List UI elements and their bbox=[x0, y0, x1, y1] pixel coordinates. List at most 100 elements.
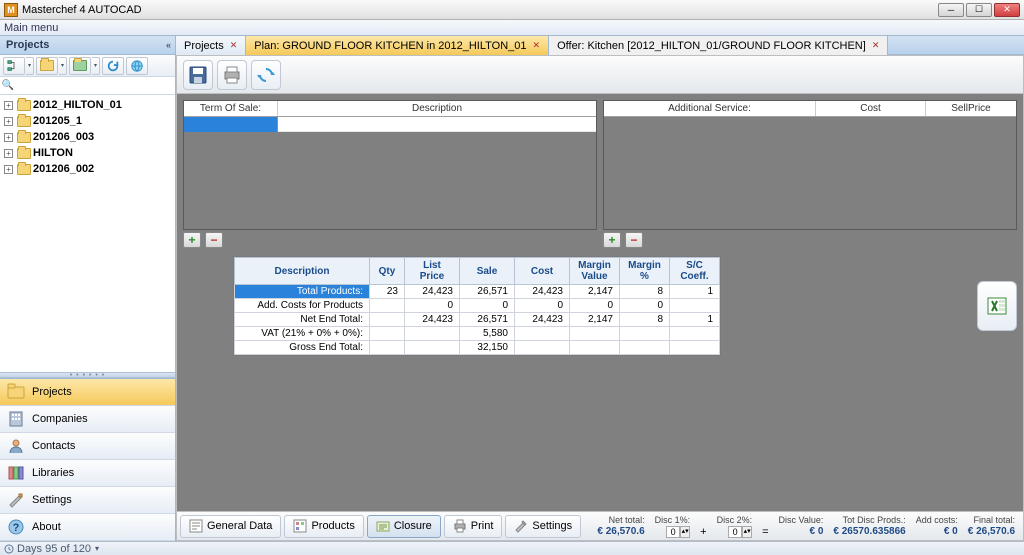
close-button[interactable]: ✕ bbox=[994, 3, 1020, 17]
summary-row[interactable]: Total Products:2324,42326,57124,4232,147… bbox=[235, 285, 720, 299]
tab-products[interactable]: Products bbox=[284, 515, 363, 538]
tab-plan[interactable]: Plan: GROUND FLOOR KITCHEN in 2012_HILTO… bbox=[246, 36, 549, 55]
export-excel-button[interactable] bbox=[977, 281, 1017, 331]
sync-button[interactable] bbox=[251, 60, 281, 90]
tree-label: 201206_002 bbox=[33, 163, 94, 175]
tab-print[interactable]: Print bbox=[444, 515, 503, 538]
add-row-button[interactable]: + bbox=[603, 232, 621, 248]
disc1-spinner[interactable]: ▴▾ bbox=[666, 526, 690, 538]
summary-header[interactable]: Sale bbox=[460, 258, 515, 285]
nav-projects[interactable]: Projects bbox=[0, 379, 175, 406]
search-input[interactable] bbox=[16, 78, 175, 94]
projects-tree[interactable]: +2012_HILTON_01 +201205_1 +201206_003 + H… bbox=[0, 95, 175, 372]
dropdown-icon[interactable]: ▾ bbox=[26, 57, 34, 75]
nav-label: Contacts bbox=[32, 440, 75, 452]
col-sellprice[interactable]: SellPrice bbox=[926, 101, 1016, 116]
new-folder-button[interactable] bbox=[36, 57, 58, 75]
tree-label: HILTON bbox=[33, 147, 73, 159]
disc2-spinner[interactable]: ▴▾ bbox=[728, 526, 752, 538]
expand-icon[interactable]: + bbox=[4, 101, 13, 110]
nav-label: Settings bbox=[32, 494, 72, 506]
total-discvalue: Disc Value:€ 0 bbox=[779, 514, 824, 538]
total-net: Net total:€ 26,570.6 bbox=[597, 514, 644, 538]
summary-header[interactable]: Qty bbox=[370, 258, 405, 285]
main-menu-label[interactable]: Main menu bbox=[4, 22, 58, 34]
col-term-of-sale[interactable]: Term Of Sale: bbox=[184, 101, 278, 116]
terms-grid[interactable]: Term Of Sale: Description bbox=[183, 100, 597, 230]
summary-row[interactable]: VAT (21% + 0% + 0%):5,580 bbox=[235, 327, 720, 341]
about-icon: ? bbox=[6, 517, 26, 537]
close-tab-icon[interactable]: ✕ bbox=[533, 40, 541, 51]
expand-icon[interactable]: + bbox=[4, 117, 13, 126]
tab-settings[interactable]: Settings bbox=[505, 515, 581, 538]
dropdown-icon[interactable]: ▾ bbox=[92, 57, 100, 75]
summary-row[interactable]: Gross End Total:32,150 bbox=[235, 341, 720, 355]
selected-row[interactable] bbox=[184, 117, 596, 132]
save-button[interactable] bbox=[183, 60, 213, 90]
print-button[interactable] bbox=[217, 60, 247, 90]
btn-label: Settings bbox=[532, 520, 572, 532]
summary-header[interactable]: Cost bbox=[515, 258, 570, 285]
tab-projects[interactable]: Projects✕ bbox=[176, 36, 246, 55]
total-disc2: Disc 2%:▴▾ bbox=[717, 514, 753, 538]
nav-companies[interactable]: Companies bbox=[0, 406, 175, 433]
tree-view-button[interactable] bbox=[3, 57, 25, 75]
col-additional-service[interactable]: Additional Service: bbox=[604, 101, 816, 116]
dropdown-icon[interactable]: ▾ bbox=[59, 57, 67, 75]
status-dropdown-icon[interactable]: ▾ bbox=[95, 544, 99, 553]
total-final: Final total:€ 26,570.6 bbox=[968, 514, 1015, 538]
tree-node[interactable]: +201206_003 bbox=[4, 129, 175, 145]
col-cost[interactable]: Cost bbox=[816, 101, 926, 116]
col-description[interactable]: Description bbox=[278, 101, 596, 116]
nav-contacts[interactable]: Contacts bbox=[0, 433, 175, 460]
tab-offer[interactable]: Offer: Kitchen [2012_HILTON_01/GROUND FL… bbox=[549, 36, 888, 55]
services-grid[interactable]: Additional Service: Cost SellPrice bbox=[603, 100, 1017, 230]
tree-label: 2012_HILTON_01 bbox=[33, 99, 122, 111]
delete-row-button[interactable]: − bbox=[205, 232, 223, 248]
tree-label: 201205_1 bbox=[33, 115, 82, 127]
delete-row-button[interactable]: − bbox=[625, 232, 643, 248]
maximize-button[interactable]: ☐ bbox=[966, 3, 992, 17]
summary-header[interactable]: Margin Value bbox=[570, 258, 620, 285]
tree-node[interactable]: +201206_002 bbox=[4, 161, 175, 177]
nav-libraries[interactable]: Libraries bbox=[0, 460, 175, 487]
expand-icon[interactable]: + bbox=[4, 165, 13, 174]
expand-icon[interactable]: + bbox=[4, 149, 13, 158]
summary-row[interactable]: Net End Total:24,42326,57124,4232,14781 bbox=[235, 313, 720, 327]
nav-settings[interactable]: Settings bbox=[0, 487, 175, 514]
document-tabs: Projects✕ Plan: GROUND FLOOR KITCHEN in … bbox=[176, 36, 1024, 55]
menu-bar[interactable]: Main menu bbox=[0, 20, 1024, 36]
summary-header[interactable]: S/C Coeff. bbox=[670, 258, 720, 285]
nav-about[interactable]: ?About bbox=[0, 514, 175, 541]
summary-row[interactable]: Add. Costs for Products00000 bbox=[235, 299, 720, 313]
open-folder-button[interactable] bbox=[69, 57, 91, 75]
folder-icon bbox=[17, 132, 31, 143]
add-row-button[interactable]: + bbox=[183, 232, 201, 248]
globe-button[interactable] bbox=[126, 57, 148, 75]
collapse-panel-icon[interactable]: « bbox=[166, 40, 171, 50]
app-title: Masterchef 4 AUTOCAD bbox=[22, 4, 142, 16]
tree-node[interactable]: +201205_1 bbox=[4, 113, 175, 129]
close-tab-icon[interactable]: ✕ bbox=[872, 40, 880, 51]
btn-label: Closure bbox=[394, 520, 432, 532]
minimize-button[interactable]: ─ bbox=[938, 3, 964, 17]
tree-node[interactable]: +2012_HILTON_01 bbox=[4, 97, 175, 113]
tree-label: 201206_003 bbox=[33, 131, 94, 143]
tree-node[interactable]: + HILTON bbox=[4, 145, 175, 161]
summary-header[interactable]: Description bbox=[235, 258, 370, 285]
tab-general-data[interactable]: General Data bbox=[180, 515, 281, 538]
summary-header[interactable]: Margin % bbox=[620, 258, 670, 285]
folder-icon bbox=[17, 116, 31, 127]
refresh-button[interactable] bbox=[102, 57, 124, 75]
close-tab-icon[interactable]: ✕ bbox=[230, 40, 238, 51]
tab-label: Plan: GROUND FLOOR KITCHEN in 2012_HILTO… bbox=[254, 40, 526, 52]
projects-toolbar: ▾ ▾ ▾ bbox=[0, 55, 175, 77]
tab-closure[interactable]: Closure bbox=[367, 515, 441, 538]
status-text: Days 95 of 120 bbox=[17, 543, 91, 555]
summary-header[interactable]: List Price bbox=[405, 258, 460, 285]
plus-label: + bbox=[700, 526, 706, 538]
clock-icon bbox=[4, 544, 14, 554]
search-icon: 🔍 bbox=[0, 80, 16, 91]
expand-icon[interactable]: + bbox=[4, 133, 13, 142]
summary-table: DescriptionQtyList PriceSaleCostMargin V… bbox=[233, 256, 721, 356]
